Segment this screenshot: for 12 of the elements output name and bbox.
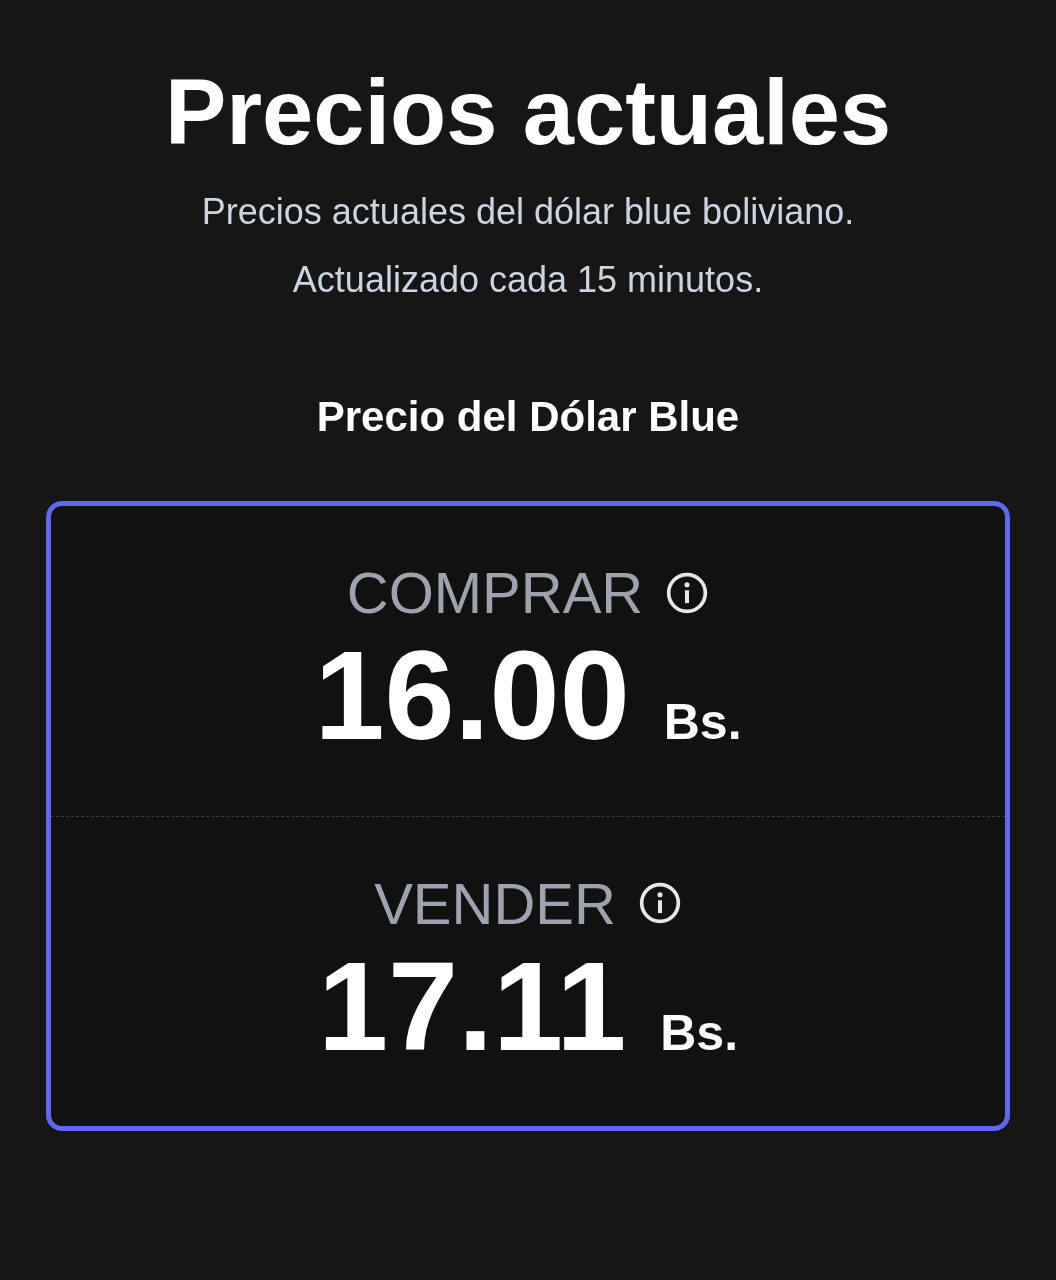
price-value: 17.11 bbox=[317, 940, 627, 1074]
section-title: Precio del Dólar Blue bbox=[316, 393, 740, 442]
price-value: 16.00 bbox=[314, 630, 630, 763]
info-icon[interactable] bbox=[665, 570, 710, 615]
price-label: COMPRAR bbox=[346, 559, 644, 627]
currency-label: Bs. bbox=[663, 693, 742, 752]
subtitle-line: Actualizado cada 15 minutos. bbox=[292, 258, 764, 303]
subtitle-line: Precios actuales del dólar blue boliviano. bbox=[201, 190, 855, 235]
price-label: VENDER bbox=[374, 869, 616, 937]
info-icon[interactable] bbox=[637, 881, 682, 926]
page-title: Precios actuales bbox=[164, 62, 892, 164]
currency-label: Bs. bbox=[660, 1003, 739, 1062]
